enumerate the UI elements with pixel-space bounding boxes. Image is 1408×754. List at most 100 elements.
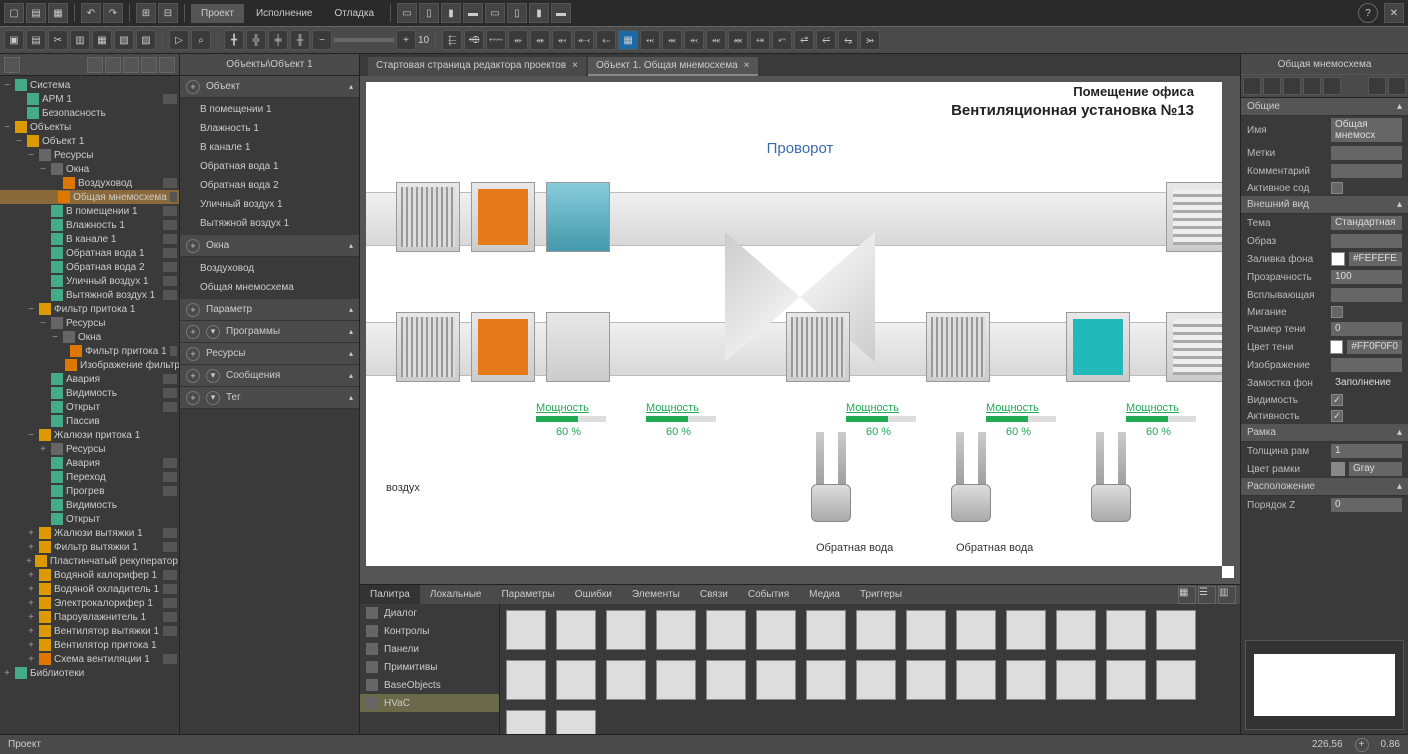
undo-icon[interactable]: ↶ bbox=[81, 3, 101, 23]
accordion-header[interactable]: +Окна▴ bbox=[180, 235, 359, 257]
pump-1[interactable] bbox=[796, 432, 866, 522]
accordion-item[interactable]: Влажность 1 bbox=[180, 119, 359, 138]
al-ord5-icon[interactable]: ⭂ bbox=[838, 30, 858, 50]
tree-item[interactable]: +Схема вентиляции 1 bbox=[0, 652, 179, 666]
save-icon[interactable]: ▦ bbox=[48, 3, 68, 23]
palette-item[interactable] bbox=[606, 610, 646, 650]
al-ord3-icon[interactable]: ⭀ bbox=[794, 30, 814, 50]
palette-item[interactable] bbox=[1106, 610, 1146, 650]
tool-group-icon[interactable]: ▧ bbox=[114, 30, 134, 50]
al-active-icon[interactable]: ▦ bbox=[618, 30, 638, 50]
layout-icon[interactable]: ⊞ bbox=[136, 3, 156, 23]
align1-icon[interactable]: ▭ bbox=[397, 3, 417, 23]
tree-item[interactable]: Видимость bbox=[0, 386, 179, 400]
device-filter-2[interactable] bbox=[471, 312, 535, 382]
pump-2[interactable] bbox=[936, 432, 1006, 522]
accordion-header[interactable]: +Объект▴ bbox=[180, 76, 359, 98]
device-grille-1[interactable] bbox=[396, 182, 460, 252]
menu-project[interactable]: Проект bbox=[191, 4, 244, 23]
tree-item[interactable]: −Окна bbox=[0, 162, 179, 176]
tree-item[interactable]: −Фильтр притока 1 bbox=[0, 302, 179, 316]
align6-icon[interactable]: ▯ bbox=[507, 3, 527, 23]
tool-del-icon[interactable]: ▦ bbox=[92, 30, 112, 50]
tree-item[interactable]: Вытяжной воздух 1 bbox=[0, 288, 179, 302]
tree-f2-icon[interactable] bbox=[105, 57, 121, 73]
palette-item[interactable] bbox=[706, 660, 746, 700]
palette-item[interactable] bbox=[506, 610, 546, 650]
tree-item[interactable]: Открыт bbox=[0, 400, 179, 414]
palette-category[interactable]: Диалог bbox=[360, 604, 499, 622]
tree-filter-icon[interactable] bbox=[4, 57, 20, 73]
tree-item[interactable]: +Жалюзи вытяжки 1 bbox=[0, 526, 179, 540]
palette-item[interactable] bbox=[1056, 660, 1096, 700]
tree-item[interactable]: +Ресурсы bbox=[0, 442, 179, 456]
tool-zoomin-icon[interactable]: + bbox=[396, 30, 416, 50]
tree-item[interactable]: Переход bbox=[0, 470, 179, 484]
align4-icon[interactable]: ▬ bbox=[463, 3, 483, 23]
tree-item[interactable]: +Библиотеки bbox=[0, 666, 179, 680]
tree-item[interactable]: Влажность 1 bbox=[0, 218, 179, 232]
palette-category[interactable]: Контролы bbox=[360, 622, 499, 640]
device-cooler[interactable] bbox=[546, 182, 610, 252]
al-sp2-icon[interactable]: ⬺ bbox=[662, 30, 682, 50]
tree-f1-icon[interactable] bbox=[87, 57, 103, 73]
aux-icon[interactable]: ✕ bbox=[1384, 3, 1404, 23]
editor-tab[interactable]: Объект 1. Общая мнемосхема× bbox=[588, 57, 758, 76]
prop-tb7-icon[interactable] bbox=[1388, 77, 1406, 95]
palette-item[interactable] bbox=[1006, 660, 1046, 700]
layout2-icon[interactable]: ⊟ bbox=[158, 3, 178, 23]
tree-item[interactable]: −Система bbox=[0, 78, 179, 92]
prop-tile[interactable]: Заполнение bbox=[1331, 376, 1402, 390]
tree-item[interactable]: +Фильтр вытяжки 1 bbox=[0, 540, 179, 554]
tree-item[interactable]: Общая мнемосхема bbox=[0, 190, 179, 204]
align5-icon[interactable]: ▭ bbox=[485, 3, 505, 23]
tab-close-icon[interactable]: × bbox=[572, 60, 578, 71]
tree-item[interactable]: Воздуховод bbox=[0, 176, 179, 190]
accordion-header[interactable]: +▾Тег▴ bbox=[180, 387, 359, 409]
device-heater-1[interactable] bbox=[786, 312, 850, 382]
prop-name[interactable]: Общая мнемосх bbox=[1331, 118, 1402, 142]
prop-tb3-icon[interactable] bbox=[1283, 77, 1301, 95]
al-mid-icon[interactable]: ⬵ bbox=[530, 30, 550, 50]
canvas-scroll-v[interactable] bbox=[1222, 82, 1234, 566]
al-distr2-icon[interactable]: ⬸ bbox=[596, 30, 616, 50]
tree-item[interactable]: Прогрев bbox=[0, 484, 179, 498]
object-accordion[interactable]: +Объект▴В помещении 1Влажность 1В канале… bbox=[180, 76, 359, 734]
prop-tb4-icon[interactable] bbox=[1303, 77, 1321, 95]
prop-shadow-size[interactable]: 0 bbox=[1331, 322, 1402, 336]
palette-item[interactable] bbox=[556, 610, 596, 650]
palette-items[interactable] bbox=[500, 604, 1240, 734]
tree-item[interactable]: В канале 1 bbox=[0, 232, 179, 246]
palette-tab[interactable]: События bbox=[738, 585, 799, 604]
accordion-header[interactable]: +▾Сообщения▴ bbox=[180, 365, 359, 387]
align2-icon[interactable]: ▯ bbox=[419, 3, 439, 23]
palette-item[interactable] bbox=[556, 660, 596, 700]
prop-activity[interactable]: ✓ bbox=[1331, 410, 1343, 422]
palette-item[interactable] bbox=[1156, 660, 1196, 700]
palette-tab[interactable]: Элементы bbox=[622, 585, 690, 604]
mnemonic-canvas[interactable]: Помещение офиса Вентиляционная установка… bbox=[366, 82, 1234, 578]
prop-border-swatch[interactable] bbox=[1331, 462, 1345, 476]
al-bot-icon[interactable]: ⬶ bbox=[552, 30, 572, 50]
al-ord1-icon[interactable]: ⬾ bbox=[750, 30, 770, 50]
tree-item[interactable]: Уличный воздух 1 bbox=[0, 274, 179, 288]
tool-paste-icon[interactable]: ▤ bbox=[26, 30, 46, 50]
prop-theme[interactable]: Стандартная bbox=[1331, 216, 1402, 230]
tab-close-icon[interactable]: × bbox=[744, 60, 750, 71]
palette-category[interactable]: BaseObjects bbox=[360, 676, 499, 694]
palette-categories[interactable]: ДиалогКонтролыПанелиПримитивыBaseObjects… bbox=[360, 604, 500, 734]
pump-3[interactable] bbox=[1076, 432, 1146, 522]
palette-item[interactable] bbox=[906, 660, 946, 700]
tree-item[interactable]: Авария bbox=[0, 372, 179, 386]
prop-tb6-icon[interactable] bbox=[1368, 77, 1386, 95]
tree-item[interactable]: +Водяной охладитель 1 bbox=[0, 582, 179, 596]
menu-debug[interactable]: Отладка bbox=[325, 4, 385, 23]
tool-grid4-icon[interactable]: ╫ bbox=[290, 30, 310, 50]
al-right-icon[interactable]: ⬳ bbox=[486, 30, 506, 50]
prop-bg-image[interactable] bbox=[1331, 358, 1402, 372]
palette-item[interactable] bbox=[956, 660, 996, 700]
prop-fill[interactable]: #FEFEFE bbox=[1349, 252, 1402, 266]
tree-item[interactable]: +Водяной калорифер 1 bbox=[0, 568, 179, 582]
tree-f3-icon[interactable] bbox=[123, 57, 139, 73]
tool-grid3-icon[interactable]: ╪ bbox=[268, 30, 288, 50]
